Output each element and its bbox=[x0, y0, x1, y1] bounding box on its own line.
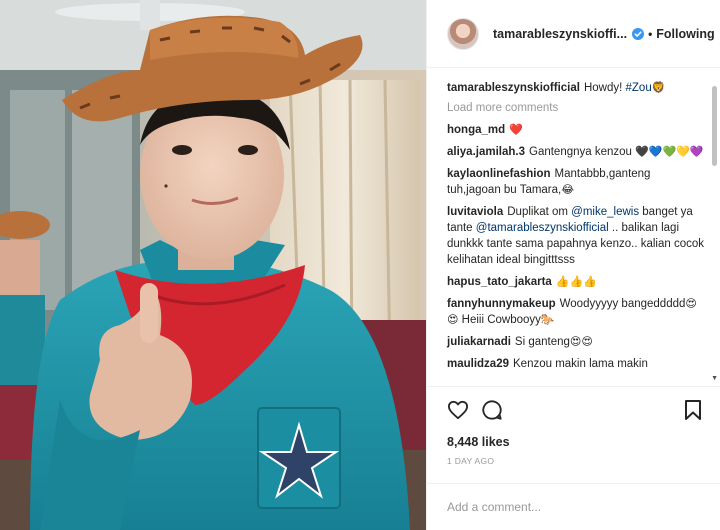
likes-count[interactable]: 8,448 likes bbox=[427, 433, 720, 451]
comment-text: Heiii Cowbooyy bbox=[458, 314, 541, 327]
comment-username[interactable]: honga_md bbox=[447, 124, 505, 136]
horse-emoji: 🐎 bbox=[540, 313, 555, 327]
comment-item: fannyhunnymakeup Woodyyyyy bangeddddd😍😍 H… bbox=[447, 296, 706, 328]
comment-item: juliakarnadi Si ganteng😍😍 bbox=[447, 334, 706, 350]
caption-username[interactable]: tamarableszynskiofficial bbox=[447, 82, 580, 94]
add-comment-bar bbox=[427, 483, 720, 530]
comment-username[interactable]: luvitaviola bbox=[447, 206, 503, 218]
action-bar bbox=[427, 386, 720, 433]
comment-text: Gantengnya kenzou bbox=[529, 146, 636, 159]
comment-text: Si ganteng bbox=[514, 336, 570, 349]
comments-scrollbar[interactable] bbox=[712, 86, 717, 167]
comment-item: aliya.jamilah.3 Gantengnya kenzou 🖤💙💚💛💜 bbox=[447, 144, 706, 160]
comment-username[interactable]: juliakarnadi bbox=[447, 336, 511, 348]
post-header: tamarableszynskioffi... • Following bbox=[427, 0, 720, 69]
caption-text: Howdy! bbox=[583, 82, 626, 95]
comment-text: Woodyyyyy bangeddddd bbox=[559, 298, 686, 311]
instagram-post: tamarableszynskioffi... • Following tama… bbox=[0, 0, 720, 530]
save-button[interactable] bbox=[680, 397, 706, 423]
post-details-panel: tamarableszynskioffi... • Following tama… bbox=[426, 0, 720, 530]
comments-list[interactable]: tamarableszynskiofficial Howdy! #Zou🦁 Loa… bbox=[427, 68, 720, 386]
comment-username[interactable]: fannyhunnymakeup bbox=[447, 298, 556, 310]
photo-illustration bbox=[0, 0, 426, 530]
scroll-down-arrow-icon[interactable]: ▼ bbox=[711, 375, 718, 382]
verified-badge-icon bbox=[632, 27, 645, 40]
load-more-comments-button[interactable]: Load more comments bbox=[447, 102, 706, 114]
lion-emoji: 🦁 bbox=[651, 81, 666, 95]
post-timestamp[interactable]: 1 DAY AGO bbox=[427, 456, 720, 470]
separator-dot: • bbox=[648, 26, 653, 41]
heart-emoji: ❤️ bbox=[509, 123, 523, 137]
caption-hashtag[interactable]: #Zou bbox=[626, 82, 652, 94]
comment-item: kaylaonlinefashion Mantabbb,ganteng tuh,j… bbox=[447, 166, 706, 198]
comment-username[interactable]: hapus_tato_jakarta bbox=[447, 276, 552, 288]
caption: tamarableszynskiofficial Howdy! #Zou🦁 bbox=[447, 80, 706, 96]
comment-username[interactable]: aliya.jamilah.3 bbox=[447, 146, 525, 158]
owner-avatar[interactable] bbox=[447, 17, 479, 50]
laughing-emoji: 😂 bbox=[561, 183, 575, 197]
comment-button[interactable] bbox=[479, 397, 505, 423]
comment-username[interactable]: kaylaonlinefashion bbox=[447, 168, 551, 180]
heart-eyes-emoji: 😍😍 bbox=[569, 335, 593, 349]
comment-item: hapus_tato_jakarta 👍👍👍 bbox=[447, 274, 706, 290]
comment-item: maulidza29 Kenzou makin lama makin bbox=[447, 356, 706, 372]
owner-username[interactable]: tamarableszynskioffi... bbox=[493, 27, 627, 41]
heart-outline-icon bbox=[447, 401, 468, 420]
comment-text: Kenzou makin lama makin bbox=[513, 358, 648, 371]
comment-username[interactable]: maulidza29 bbox=[447, 358, 509, 370]
mention-link[interactable]: @tamarableszynskiofficial bbox=[476, 222, 609, 234]
comment-item: honga_md ❤️ bbox=[447, 122, 706, 138]
comment-text: Duplikat om bbox=[507, 206, 572, 219]
thumbs-up-emoji: 👍👍👍 bbox=[555, 275, 597, 289]
comment-item: luvitaviola Duplikat om @mike_lewis bange… bbox=[447, 204, 706, 268]
comment-bubble-icon bbox=[482, 400, 502, 421]
post-photo[interactable] bbox=[0, 0, 426, 530]
mention-link[interactable]: @mike_lewis bbox=[571, 206, 639, 218]
following-button[interactable]: Following bbox=[656, 27, 714, 41]
add-comment-input[interactable] bbox=[447, 500, 700, 515]
hearts-emoji: 🖤💙💚💛💜 bbox=[635, 145, 704, 159]
bookmark-icon bbox=[685, 400, 701, 421]
like-button[interactable] bbox=[445, 397, 471, 423]
